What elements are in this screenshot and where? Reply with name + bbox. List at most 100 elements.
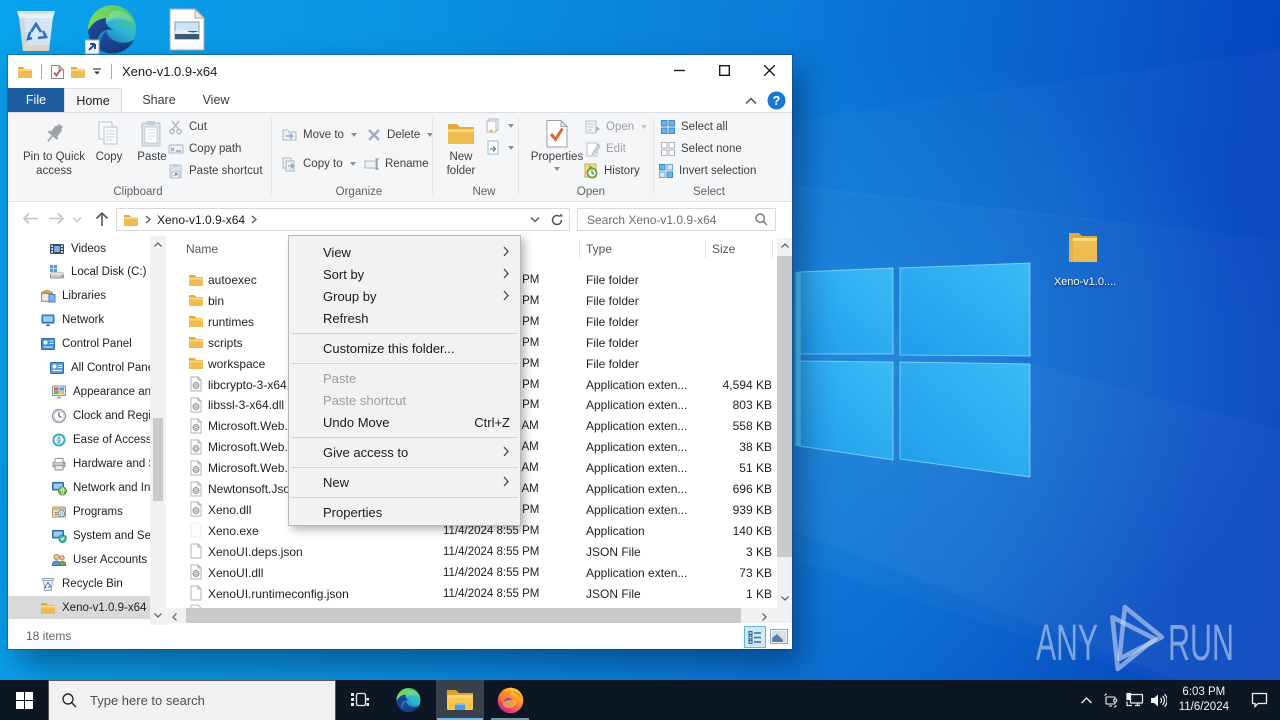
cut-button[interactable]: Cut <box>168 119 207 135</box>
nav-scrollbar-thumb[interactable] <box>153 418 163 501</box>
select-all-button[interactable]: Select all <box>660 119 728 135</box>
invert-selection-button[interactable]: Invert selection <box>658 163 756 179</box>
column-divider[interactable] <box>579 240 580 258</box>
nav-item-network[interactable]: Network <box>8 309 150 332</box>
qat-new-folder-button[interactable] <box>70 64 86 80</box>
breadcrumb-path[interactable]: Xeno-v1.0.9-x64 <box>157 213 245 227</box>
start-button[interactable] <box>0 680 48 720</box>
edit-button[interactable]: Edit <box>585 141 626 157</box>
file-row[interactable]: XenoUI.deps.json 11/4/2024 8:55 PM JSON … <box>166 541 776 562</box>
maximize-button[interactable] <box>702 55 747 86</box>
nav-item-network-and-internet[interactable]: Network and Internet <box>8 477 150 500</box>
title-bar[interactable]: Xeno-v1.0.9-x64 <box>8 55 792 88</box>
context-menu-item-give-access-to[interactable]: Give access to <box>289 441 520 463</box>
nav-item-videos[interactable]: Videos <box>8 237 150 260</box>
context-menu-item-new[interactable]: New <box>289 471 520 493</box>
nav-item-programs[interactable]: Programs <box>8 500 150 523</box>
paste-button[interactable]: Paste <box>132 118 172 165</box>
file-row[interactable]: XenoUI.runtimeconfig.json 11/4/2024 8:55… <box>166 583 776 604</box>
back-button[interactable] <box>22 212 39 225</box>
context-menu-item-sort-by[interactable]: Sort by <box>289 263 520 285</box>
taskbar-firefox-button[interactable] <box>486 680 534 720</box>
breadcrumb-chevron-icon[interactable] <box>251 215 258 224</box>
nav-item-ease-of-access[interactable]: Ease of Access <box>8 429 150 452</box>
details-view-button[interactable] <box>744 626 766 648</box>
history-button[interactable]: History <box>583 163 640 179</box>
easy-access-button[interactable] <box>485 140 514 156</box>
properties-button[interactable]: Properties <box>527 118 587 171</box>
copy-to-button[interactable]: Copy to <box>282 156 356 172</box>
nav-item-user-accounts[interactable]: User Accounts <box>8 548 150 571</box>
context-menu-item-paste-shortcut[interactable]: Paste shortcut <box>289 389 520 411</box>
column-header-size[interactable]: Size <box>712 238 735 260</box>
new-item-button[interactable] <box>485 118 514 134</box>
breadcrumb-chevron-icon[interactable] <box>145 215 151 224</box>
desktop-icon-xeno-folder[interactable] <box>1067 228 1099 265</box>
column-header-type[interactable]: Type <box>586 238 612 260</box>
file-scroll-left-icon[interactable] <box>172 613 177 621</box>
column-divider[interactable] <box>705 240 706 258</box>
desktop-icon-recycle-bin[interactable] <box>14 5 58 54</box>
help-icon[interactable]: ? <box>767 91 786 110</box>
nav-item-xeno-v1-0-9-x64[interactable]: Xeno-v1.0.9-x64 <box>8 596 150 620</box>
nav-item-all-control-panel-items[interactable]: All Control Panel Items <box>8 357 150 380</box>
context-menu-item-properties[interactable]: Properties <box>289 501 520 523</box>
action-center-button[interactable] <box>1238 680 1280 720</box>
taskbar-edge-button[interactable] <box>384 680 432 720</box>
nav-scroll-up-icon[interactable] <box>154 242 162 247</box>
nav-item-hardware-and-sound[interactable]: Hardware and Sound <box>8 453 150 476</box>
nav-item-libraries[interactable]: Libraries <box>8 285 150 308</box>
select-none-button[interactable]: Select none <box>660 141 742 157</box>
nav-item-clock-and-region[interactable]: Clock and Region <box>8 405 150 428</box>
large-icons-view-button[interactable] <box>769 628 788 645</box>
copy-path-button[interactable]: Copy path <box>168 141 241 157</box>
minimize-ribbon-icon[interactable] <box>745 96 757 105</box>
tab-share[interactable]: Share <box>128 88 190 112</box>
column-header-name[interactable]: Name <box>186 238 218 260</box>
file-hscrollbar-thumb[interactable] <box>186 608 741 623</box>
minimize-button[interactable] <box>657 55 702 86</box>
file-scroll-right-icon[interactable] <box>762 613 767 621</box>
address-history-dropdown-icon[interactable] <box>530 216 540 223</box>
context-menu-item-view[interactable]: View <box>289 241 520 263</box>
context-menu-item-paste[interactable]: Paste <box>289 367 520 389</box>
tab-view[interactable]: View <box>190 88 242 112</box>
taskbar-search-box[interactable]: Type here to search <box>48 680 336 720</box>
file-scroll-down-icon[interactable] <box>781 596 789 601</box>
tray-display-icon[interactable] <box>1099 680 1123 720</box>
taskbar-clock[interactable]: 6:03 PM 11/6/2024 <box>1171 685 1238 716</box>
file-row[interactable]: XenoUI.dll 11/4/2024 8:55 PM Application… <box>166 562 776 583</box>
nav-item-control-panel[interactable]: Control Panel <box>8 333 150 356</box>
desktop-icon-image-file[interactable] <box>169 8 205 51</box>
tray-network-icon[interactable] <box>1123 680 1147 720</box>
task-view-button[interactable] <box>336 680 384 720</box>
up-button[interactable] <box>94 211 110 227</box>
paste-shortcut-button[interactable]: Paste shortcut <box>168 163 263 179</box>
nav-item-local-disk-c-[interactable]: Local Disk (C:) <box>8 261 150 284</box>
file-vscrollbar-thumb[interactable] <box>777 256 792 557</box>
move-to-button[interactable]: Move to <box>282 127 357 143</box>
address-bar[interactable]: Xeno-v1.0.9-x64 <box>116 208 570 231</box>
nav-item-recycle-bin[interactable]: Recycle Bin <box>8 572 150 595</box>
context-menu-item-group-by[interactable]: Group by <box>289 285 520 307</box>
tab-home[interactable]: Home <box>64 88 122 112</box>
forward-button[interactable] <box>48 212 65 225</box>
tray-show-hidden-icons-button[interactable] <box>1075 680 1099 720</box>
search-box[interactable]: Search Xeno-v1.0.9-x64 <box>577 208 776 231</box>
copy-button[interactable]: Copy <box>90 118 128 165</box>
open-button[interactable]: Open <box>585 119 648 135</box>
qat-properties-button[interactable] <box>50 63 65 80</box>
desktop-icon-edge[interactable] <box>85 4 139 56</box>
search-icon[interactable] <box>755 213 768 226</box>
recent-locations-dropdown-icon[interactable] <box>72 216 82 223</box>
refresh-icon[interactable] <box>550 213 564 227</box>
context-menu-item-refresh[interactable]: Refresh <box>289 307 520 329</box>
nav-item-appearance-and-personalization[interactable]: Appearance and Personalization <box>8 381 150 404</box>
rename-button[interactable]: Rename <box>364 156 428 172</box>
file-scroll-up-icon[interactable] <box>781 243 789 248</box>
nav-item-system-and-security[interactable]: System and Security <box>8 524 150 547</box>
new-folder-button[interactable]: New folder <box>440 118 482 178</box>
tray-volume-icon[interactable] <box>1147 680 1171 720</box>
nav-scroll-down-icon[interactable] <box>154 613 162 618</box>
context-menu-item-undo-move[interactable]: Undo Move Ctrl+Z <box>289 411 520 433</box>
